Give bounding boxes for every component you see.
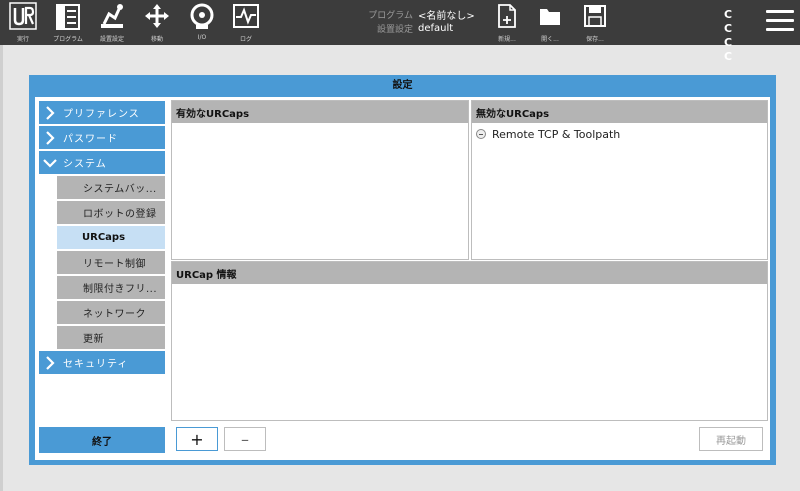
move-tab[interactable]: 移動 bbox=[137, 2, 177, 44]
save-button-label: 保存... bbox=[586, 36, 604, 43]
dialog-body: プリファレンス パスワード システム システムバッ... ロボットの登録 URC… bbox=[35, 97, 770, 460]
top-bar: 実行 プログラム 設置設定 移動 I/O ログ プログラム <名前なし> 設置設… bbox=[0, 0, 800, 63]
sidebar-item-label: システム bbox=[63, 159, 107, 170]
installation-key: 設置設定 bbox=[376, 24, 413, 35]
sidebar-item-security[interactable]: セキュリティ bbox=[39, 351, 165, 374]
chevron-right-icon bbox=[46, 355, 55, 370]
chevron-right-icon bbox=[46, 130, 55, 145]
move-tab-label: 移動 bbox=[150, 36, 163, 43]
hamburger-menu-icon[interactable] bbox=[766, 10, 794, 34]
sidebar-item-password[interactable]: パスワード bbox=[39, 126, 165, 149]
installation-value: default bbox=[418, 22, 454, 34]
program-icon bbox=[56, 4, 80, 30]
inactive-urcaps-header: 無効なURCaps bbox=[472, 101, 767, 123]
sidebar-subitem-remote-control[interactable]: リモート制御 bbox=[57, 251, 165, 274]
sidebar-subitem-system-backup[interactable]: システムバッ... bbox=[57, 176, 165, 199]
settings-dialog: 設定 プリファレンス パスワード システム システムバッ... ロボットの登録 … bbox=[29, 75, 776, 465]
save-icon bbox=[584, 5, 606, 27]
sidebar-subitem-network[interactable]: ネットワーク bbox=[57, 301, 165, 324]
io-icon bbox=[190, 3, 214, 29]
new-button-label: 新規... bbox=[498, 36, 516, 43]
log-tab[interactable]: ログ bbox=[226, 2, 266, 44]
list-item[interactable]: Remote TCP & Toolpath bbox=[472, 126, 767, 142]
installation-tab-label: 設置設定 bbox=[99, 36, 124, 43]
new-button[interactable]: 新規... bbox=[489, 4, 525, 44]
add-urcap-button[interactable]: + bbox=[176, 427, 218, 451]
urcap-info-header: URCap 情報 bbox=[172, 262, 767, 284]
open-button[interactable]: 開く... bbox=[532, 4, 568, 44]
status-row-2: C C bbox=[724, 36, 738, 63]
sidebar-subitem-update[interactable]: 更新 bbox=[57, 326, 165, 349]
sidebar-subitem-urcaps[interactable]: URCaps bbox=[57, 226, 165, 249]
chevron-right-icon bbox=[46, 105, 55, 120]
urcap-name: Remote TCP & Toolpath bbox=[492, 127, 621, 141]
installation-tab[interactable]: 設置設定 bbox=[92, 2, 132, 44]
program-tab[interactable]: プログラム bbox=[48, 2, 88, 44]
inactive-urcaps-panel: 無効なURCaps Remote TCP & Toolpath bbox=[471, 100, 768, 260]
sidebar-item-label: パスワード bbox=[63, 134, 118, 145]
open-folder-icon bbox=[540, 9, 560, 25]
ur-logo-icon bbox=[9, 2, 37, 30]
log-icon bbox=[233, 4, 259, 28]
sidebar-item-system[interactable]: システム bbox=[39, 151, 165, 174]
dialog-title: 設定 bbox=[392, 80, 413, 91]
program-key: プログラム bbox=[368, 10, 413, 21]
active-urcaps-header: 有効なURCaps bbox=[172, 101, 468, 123]
side-strip bbox=[0, 45, 3, 491]
sidebar-subitem-constrained-freedrive[interactable]: 制限付きフリ... bbox=[57, 276, 165, 299]
move-icon bbox=[145, 4, 169, 28]
log-tab-label: ログ bbox=[239, 36, 252, 43]
remove-urcap-button[interactable]: – bbox=[224, 427, 266, 451]
sidebar-item-label: セキュリティ bbox=[63, 359, 129, 370]
io-tab-label: I/O bbox=[197, 34, 207, 41]
open-button-label: 開く... bbox=[541, 36, 559, 43]
save-button[interactable]: 保存... bbox=[577, 4, 613, 44]
status-indicator: C C C C bbox=[724, 8, 750, 64]
restart-button[interactable]: 再起動 bbox=[699, 427, 763, 451]
inactive-status-icon bbox=[476, 129, 486, 139]
urcap-info-panel: URCap 情報 bbox=[171, 261, 768, 421]
settings-sidebar: プリファレンス パスワード システム システムバッ... ロボットの登録 URC… bbox=[39, 101, 165, 451]
sidebar-subitem-robot-registration[interactable]: ロボットの登録 bbox=[57, 201, 165, 224]
sidebar-item-preferences[interactable]: プリファレンス bbox=[39, 101, 165, 124]
program-info: プログラム <名前なし> 設置設定 default bbox=[360, 7, 485, 35]
active-urcaps-panel: 有効なURCaps bbox=[171, 100, 469, 260]
chevron-down-icon bbox=[43, 158, 57, 168]
io-tab[interactable]: I/O bbox=[182, 2, 222, 44]
finish-button[interactable]: 終了 bbox=[39, 427, 165, 453]
program-value: <名前なし> bbox=[418, 10, 475, 22]
program-tab-label: プログラム bbox=[53, 36, 83, 43]
status-row-1: C C bbox=[724, 8, 738, 35]
sidebar-item-label: プリファレンス bbox=[63, 109, 140, 120]
run-tab-label: 実行 bbox=[16, 36, 29, 43]
new-file-icon bbox=[498, 4, 516, 28]
run-tab[interactable]: 実行 bbox=[3, 2, 43, 44]
installation-icon bbox=[101, 4, 123, 28]
